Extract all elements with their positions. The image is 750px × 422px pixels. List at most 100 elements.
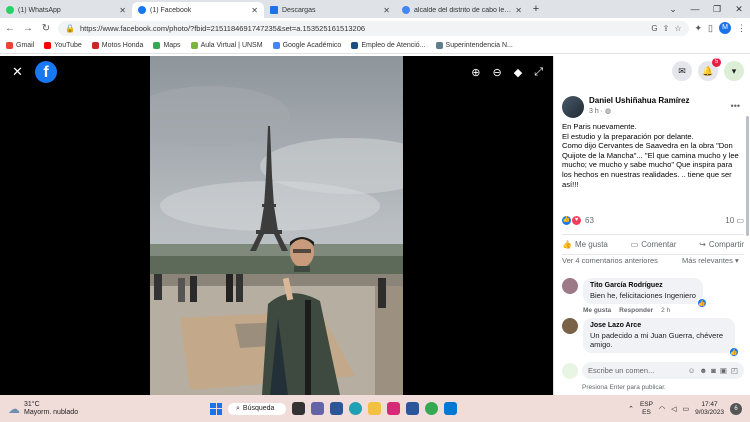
file-explorer-icon[interactable] [368,402,381,415]
comment-time[interactable]: 2 h [661,307,670,314]
messenger-icon[interactable]: ✉ [672,61,692,81]
reload-icon[interactable]: ↻ [40,23,52,34]
tab-downloads[interactable]: Descargas ✕ [264,2,396,18]
tab-facebook[interactable]: (1) Facebook ✕ [132,2,264,18]
author-avatar[interactable] [562,96,584,118]
window-controls: ⌄ — ❐ ✕ [662,0,750,18]
chevron-up-icon[interactable]: ⌃ [628,405,634,413]
instagram-icon[interactable] [387,402,400,415]
tag-icon[interactable]: ◆ [514,66,522,79]
close-tab-icon[interactable]: ✕ [383,6,390,15]
tab-whatsapp[interactable]: (1) WhatsApp ✕ [0,2,132,18]
zoom-out-icon[interactable]: ⊖ [493,66,502,79]
facebook-logo[interactable]: f [35,61,57,83]
view-more-comments-link[interactable]: Ver 4 comentarios anteriores [562,256,662,265]
comment-like-link[interactable]: Me gusta [583,307,611,314]
bookmark-icon [91,42,99,49]
language-indicator[interactable]: ESP ES [640,401,653,417]
google-lens-icon[interactable]: G [651,24,657,33]
author-name[interactable]: Daniel Ushiñahua Ramírez [589,96,689,105]
tab-google-search[interactable]: alcalde del distrito de cabo leva… ✕ [396,2,528,18]
comment-like-icon: 👍 [729,347,739,357]
share-icon[interactable]: ⇪ [663,24,670,33]
bookmark-icon [435,42,443,49]
maximize-icon[interactable]: ❐ [706,0,728,18]
edge-icon[interactable] [349,402,362,415]
bookmark-item[interactable]: Maps [153,42,181,49]
task-view-icon[interactable] [292,402,305,415]
address-bar-row: ← → ↻ 🔒 https://www.facebook.com/photo/?… [0,18,750,38]
bookmark-item[interactable]: Gmail [6,42,34,49]
lock-icon[interactable]: 🔒 [65,24,75,33]
comment-reply-link[interactable]: Responder [619,307,653,314]
start-icon[interactable] [210,402,222,415]
comment-item: Tito García Rodríguez Bien he, felicitac… [562,278,744,314]
zoom-in-icon[interactable]: ⊕ [471,66,480,79]
fullscreen-icon[interactable]: ⤢ [534,66,543,79]
comment-input[interactable]: Escribe un comen... ☺ ☻ ◙ ▣ ◰ [582,362,744,379]
extensions-icon[interactable]: ✦ [695,23,703,34]
url-text[interactable]: https://www.facebook.com/photo/?fbid=215… [80,24,646,33]
browser-tab-bar: (1) WhatsApp ✕ (1) Facebook ✕ Descargas … [0,0,750,18]
commenter-avatar[interactable] [562,278,578,294]
commenter-name[interactable]: Jose Lazo Arce [590,322,728,329]
bookmark-item[interactable]: Superintendencia N... [435,42,513,49]
notification-count[interactable]: 6 [730,402,742,415]
comment-button[interactable]: ▭ Comentar [631,240,677,249]
sort-dropdown[interactable]: Más relevantes ▾ [682,256,744,265]
minimize-icon[interactable]: — [684,0,706,18]
close-window-icon[interactable]: ✕ [728,0,750,18]
more-options-icon[interactable]: ••• [731,101,740,111]
volume-icon[interactable]: ◁ [671,405,676,413]
scrollbar[interactable] [746,116,749,236]
menu-kebab-icon[interactable]: ⋮ [737,23,746,34]
gif-icon[interactable]: ▣ [720,366,727,375]
close-tab-icon[interactable]: ✕ [251,6,258,15]
post-time[interactable]: 3 h · ◍ [589,107,689,115]
url-field[interactable]: 🔒 https://www.facebook.com/photo/?fbid=2… [58,20,689,36]
clock[interactable]: 17:47 9/03/2023 [695,401,724,417]
like-button[interactable]: 👍 Me gusta [562,240,608,249]
close-tab-icon[interactable]: ✕ [515,6,522,15]
weather-widget[interactable]: ☁ 31°C Mayorm. nublado [0,401,210,417]
bookmarks-bar: Gmail YouTube Motos Honda Maps Aula Virtual … [0,38,750,54]
word-icon[interactable] [406,402,419,415]
back-icon[interactable]: ← [4,23,16,34]
tab-search-icon[interactable]: ⌄ [662,0,684,18]
chat-icon[interactable] [311,402,324,415]
commenter-name[interactable]: Tito García Rodríguez [590,282,696,289]
sidebar-icon[interactable]: ▯ [708,23,713,34]
photos-icon[interactable] [444,402,457,415]
sticker-icon[interactable]: ◰ [731,366,738,375]
wifi-icon[interactable]: ◠ [659,405,665,413]
chrome-icon[interactable] [425,402,438,415]
bookmark-item[interactable]: Aula Virtual | UNSM [190,42,263,49]
close-icon[interactable]: ✕ [12,64,23,80]
new-tab-button[interactable]: + [528,3,544,15]
commenter-avatar[interactable] [562,318,578,334]
bookmark-item[interactable]: Empleo de Atenció... [351,42,426,49]
emoji-icon[interactable]: ☻ [699,366,707,375]
user-avatar[interactable] [562,362,578,379]
close-tab-icon[interactable]: ✕ [119,6,126,15]
bookmark-star-icon[interactable]: ☆ [674,24,681,33]
battery-icon[interactable]: ▭ [682,405,689,413]
notifications-icon[interactable]: 🔔 5 [698,58,721,81]
account-avatar[interactable]: ▾ [724,61,744,81]
tab-title: alcalde del distrito de cabo leva… [414,6,512,14]
comment-count[interactable]: 10 ▭ [725,216,744,225]
app-icon[interactable] [330,402,343,415]
taskbar-search[interactable]: ⌕ Búsqueda [228,402,286,415]
forward-icon[interactable]: → [22,23,34,34]
avatar-sticker-icon[interactable]: ☺ [688,366,696,375]
bookmark-item[interactable]: Google Académico [272,42,341,49]
bookmark-item[interactable]: YouTube [44,42,82,49]
profile-avatar[interactable]: M [719,22,731,34]
notification-badge: 5 [712,58,721,67]
camera-icon[interactable]: ◙ [711,366,716,375]
reaction-summary[interactable]: 👍 ♥ 63 10 ▭ [562,216,744,225]
tab-title: (1) WhatsApp [18,6,61,14]
share-button[interactable]: ↪ Compartir [699,240,744,249]
photo[interactable] [150,56,403,395]
bookmark-item[interactable]: Motos Honda [91,42,143,49]
